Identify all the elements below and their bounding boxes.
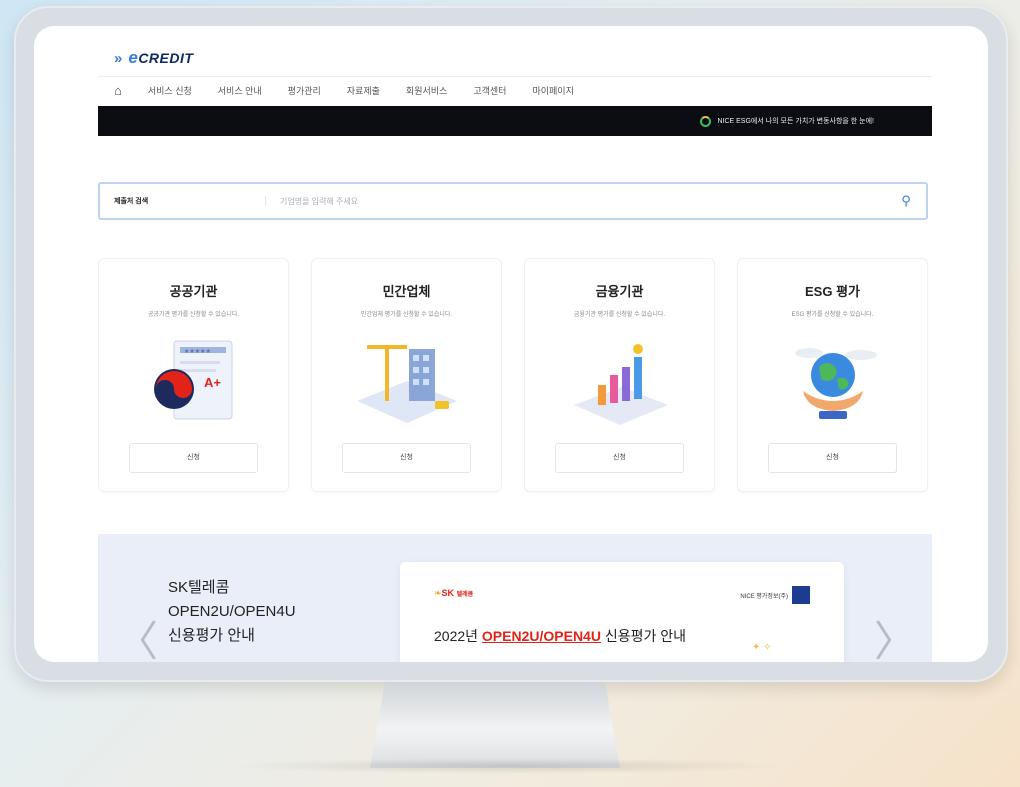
nice-logo: NICE 평가정보(주) [740, 586, 810, 604]
bar-chart-icon [573, 344, 668, 425]
government-document-icon: ★★★★★ A+ [153, 340, 232, 420]
search-bar: 제출처 검색 기업명을 입력해 주세요 ⚲ [98, 182, 928, 220]
notice-banner[interactable]: NICE ESG에서 나의 모든 가치가 변동사항을 한 눈에! [98, 106, 932, 136]
nav-item-evaluation[interactable]: 평가관리 [288, 84, 321, 97]
search-icon[interactable]: ⚲ [886, 193, 926, 209]
apply-button[interactable]: 신청 [342, 443, 471, 473]
card-esg: ESG 평가 ESG 평가를 신청할 수 있습니다. 신청 [737, 258, 928, 492]
next-arrow-icon[interactable]: 〉 [874, 608, 916, 662]
card-desc: 공공기관 평가를 신청할 수 있습니다. [147, 312, 240, 318]
promo-headline: SK텔레콤 OPEN2U/OPEN4U 신용평가 안내 [168, 576, 296, 648]
nav-item-support[interactable]: 고객센터 [473, 84, 506, 97]
promo-card[interactable]: ❧SK 텔레콤 NICE 평가정보(주) 2022년 OPEN2U/OPEN4U… [400, 562, 844, 662]
nav-item-mypage[interactable]: 마이페이지 [532, 84, 573, 97]
monitor-stand [370, 682, 620, 768]
card-desc: 금융기관 평가를 신청할 수 있습니다. [573, 312, 666, 318]
logo-wordmark: eCREDIT [128, 48, 194, 67]
headline-line: 신용평가 안내 [168, 627, 255, 644]
home-icon[interactable]: ⌂ [114, 83, 122, 98]
monitor-frame: » eCREDIT ⌂ 서비스 신청 서비스 안내 평가관리 자료제출 회원서비… [14, 6, 1008, 682]
card-title: 공공기관 [169, 284, 218, 299]
card-desc: 민간업체 평가를 신청할 수 있습니다. [360, 312, 453, 318]
svg-text:A+: A+ [204, 375, 221, 390]
prev-arrow-icon[interactable]: 〈 [116, 608, 158, 662]
card-private: 민간업체 민간업체 평가를 신청할 수 있습니다. 신청 [311, 258, 502, 492]
site-logo[interactable]: » eCREDIT [114, 48, 193, 68]
stand-shadow [230, 758, 790, 774]
logo-arrow-icon: » [114, 49, 123, 67]
search-input[interactable]: 기업명을 입력해 주세요 [266, 196, 886, 207]
nav-item-documents[interactable]: 자료제출 [347, 84, 380, 97]
screen: » eCREDIT ⌂ 서비스 신청 서비스 안내 평가관리 자료제출 회원서비… [34, 26, 988, 662]
headline-line: OPEN2U/OPEN4U [168, 603, 296, 620]
card-desc: ESG 평가를 신청할 수 있습니다. [791, 312, 874, 318]
sk-logo: ❧SK 텔레콤 [434, 588, 474, 598]
card-title: 민간업체 [382, 284, 431, 299]
nice-logo-mark [792, 586, 810, 604]
butterfly-icon: ❧ [434, 588, 442, 598]
promo-title: 2022년 OPEN2U/OPEN4U 신용평가 안내 [434, 628, 687, 644]
card-title: ESG 평가 [805, 284, 860, 299]
nav-item-member[interactable]: 회원서비스 [406, 84, 447, 97]
headline-line: SK텔레콤 [168, 579, 230, 596]
card-title: 금융기관 [595, 284, 644, 299]
nav-item-service-guide[interactable]: 서비스 안내 [218, 84, 262, 97]
apply-button[interactable]: 신청 [555, 443, 684, 473]
card-public: 공공기관 공공기관 평가를 신청할 수 있습니다. ★★★★★ A+ 신청 [98, 258, 289, 492]
apply-button[interactable]: 신청 [129, 443, 258, 473]
service-cards: 공공기관 공공기관 평가를 신청할 수 있습니다. ★★★★★ A+ 신청 민간… [98, 258, 928, 492]
apply-button[interactable]: 신청 [768, 443, 897, 473]
card-finance: 금융기관 금융기관 평가를 신청할 수 있습니다. 신청 [524, 258, 715, 492]
construction-building-icon [356, 345, 457, 423]
nav-item-service-apply[interactable]: 서비스 신청 [148, 84, 192, 97]
sparkle-icon: ✦ ✧ [752, 642, 772, 653]
banner-text: NICE ESG에서 나의 모든 가치가 변동사항을 한 눈에! [717, 118, 874, 125]
gauge-icon [700, 115, 712, 127]
main-nav: ⌂ 서비스 신청 서비스 안내 평가관리 자료제출 회원서비스 고객센터 마이페… [98, 76, 932, 104]
promo-section: 〈 SK텔레콤 OPEN2U/OPEN4U 신용평가 안내 ❧SK 텔레콤 NI… [98, 534, 932, 662]
search-label: 제출처 검색 [100, 196, 266, 206]
svg-text:★★★★★: ★★★★★ [184, 348, 211, 355]
globe-in-hands-icon [794, 348, 877, 419]
